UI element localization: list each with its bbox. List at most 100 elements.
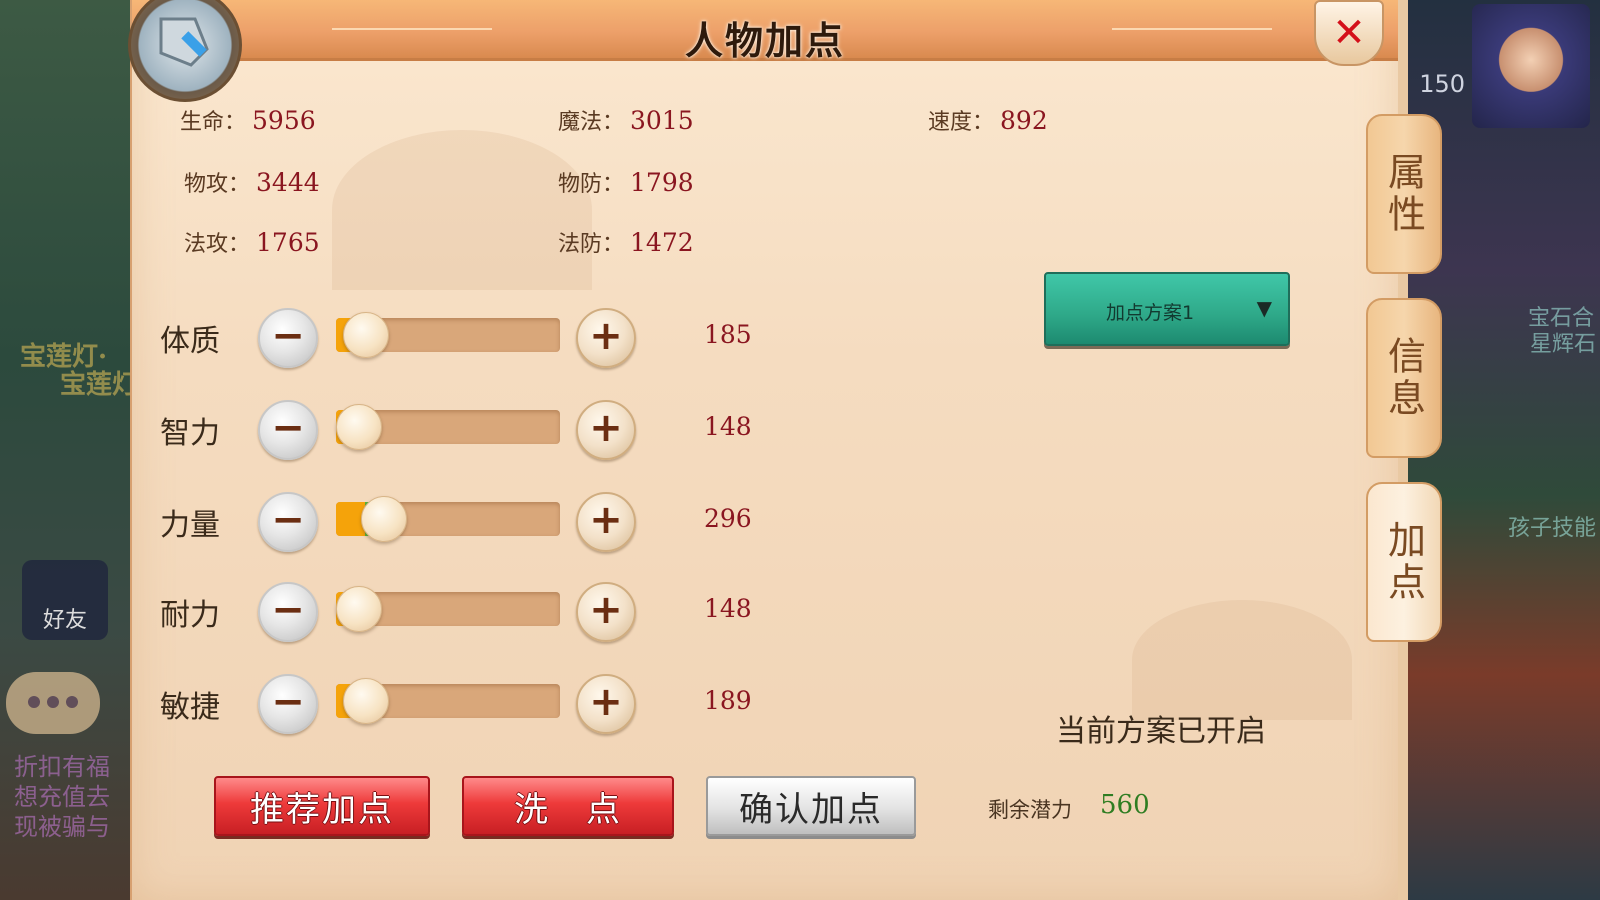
attribute-slider[interactable] <box>336 678 560 724</box>
stat-speed-value: 892 <box>1000 106 1048 135</box>
reset-points-label: 洗 点 <box>514 789 622 830</box>
decrease-button[interactable]: − <box>258 674 318 734</box>
slider-handle[interactable] <box>361 496 408 542</box>
stat-pdef-value: 1798 <box>630 168 694 197</box>
attribute-label: 智力 <box>160 416 220 451</box>
plus-icon: + <box>589 587 623 633</box>
stat-matk-value: 1765 <box>256 228 320 257</box>
attribute-slider[interactable] <box>336 586 560 632</box>
attribute-row: 智力 − + 148 <box>132 394 892 464</box>
minus-icon: − <box>271 497 305 543</box>
decor-mountain <box>1132 600 1352 720</box>
attribute-value: 148 <box>704 594 752 623</box>
reset-points-button[interactable]: 洗 点 <box>462 776 674 836</box>
attribute-label: 体质 <box>160 324 220 359</box>
stat-hp-value: 5956 <box>252 106 316 135</box>
stat-mdef-label: 法防： <box>558 232 625 257</box>
minus-icon: − <box>271 405 305 451</box>
decrease-button[interactable]: − <box>258 492 318 552</box>
increase-button[interactable]: + <box>576 492 636 552</box>
player-level: 150 <box>1419 70 1465 98</box>
decrease-button[interactable]: − <box>258 400 318 460</box>
recommend-points-label: 推荐加点 <box>250 789 394 830</box>
attribute-label: 耐力 <box>160 598 220 633</box>
minus-icon: − <box>271 313 305 359</box>
decrease-button[interactable]: − <box>258 582 318 642</box>
attribute-slider[interactable] <box>336 404 560 450</box>
chat-bubble-icon[interactable] <box>6 672 100 734</box>
slider-handle[interactable] <box>336 404 382 450</box>
tab-attributes-label: 属性 <box>1381 152 1426 236</box>
stat-matk-label: 法攻： <box>184 232 251 257</box>
attribute-value: 185 <box>704 320 752 349</box>
attribute-value: 296 <box>704 504 752 533</box>
stat-physical-defense: 物防： 1798 <box>558 166 694 198</box>
stat-speed-label: 速度： <box>928 110 995 135</box>
tab-add-points[interactable]: 加点 <box>1366 482 1442 642</box>
friend-label: 好友 <box>42 608 87 633</box>
plan-selected-label: 加点方案1 <box>1106 302 1195 324</box>
tab-info[interactable]: 信息 <box>1366 298 1442 458</box>
attribute-value: 148 <box>704 412 752 441</box>
increase-button[interactable]: + <box>576 674 636 734</box>
stat-speed: 速度： 892 <box>928 104 1048 136</box>
background-text: 星辉石 <box>1529 332 1596 357</box>
tab-attributes[interactable]: 属性 <box>1366 114 1442 274</box>
remaining-points-value: 560 <box>1100 790 1150 820</box>
attribute-label: 敏捷 <box>160 690 220 725</box>
attribute-row: 敏捷 − + 189 <box>132 668 892 738</box>
stat-mp-value: 3015 <box>630 106 694 135</box>
plan-status-text: 当前方案已开启 <box>1056 714 1266 749</box>
dialog-title: 人物加点 <box>684 19 845 63</box>
remaining-points-label: 剩余潜力 <box>988 798 1072 822</box>
background-notice: 折扣有福 想充值去 现被骗与 <box>14 753 110 841</box>
plus-icon: + <box>589 679 623 725</box>
sword-emblem-icon <box>128 0 242 102</box>
plan-select-dropdown[interactable]: 加点方案1 ▼ <box>1044 272 1290 346</box>
title-bar: 人物加点 <box>132 0 1398 63</box>
stat-mp: 魔法： 3015 <box>558 104 694 136</box>
close-button[interactable]: ✕ <box>1314 0 1384 66</box>
plus-icon: + <box>589 497 623 543</box>
plus-icon: + <box>589 405 623 451</box>
slider-handle[interactable] <box>336 586 382 632</box>
attribute-row: 力量 − + 296 <box>132 486 892 556</box>
confirm-points-button[interactable]: 确认加点 <box>706 776 916 836</box>
background-text: 宝莲灯 <box>60 370 139 400</box>
background-text: 孩子技能 <box>1507 516 1596 541</box>
increase-button[interactable]: + <box>576 400 636 460</box>
attribute-points-dialog: 人物加点 ✕ 生命： 5956 魔法： 3015 速度： 892 物攻： 3444 物防… <box>128 0 1408 900</box>
dropdown-arrow-icon: ▼ <box>1256 296 1272 320</box>
stat-patk-label: 物攻： <box>184 172 251 197</box>
plus-icon: + <box>589 313 623 359</box>
attribute-value: 189 <box>704 686 752 715</box>
stat-mp-label: 魔法： <box>558 110 625 135</box>
stat-patk-value: 3444 <box>256 168 320 197</box>
increase-button[interactable]: + <box>576 582 636 642</box>
minus-icon: − <box>271 679 305 725</box>
attribute-row: 耐力 − + 148 <box>132 576 892 646</box>
tab-info-label: 信息 <box>1381 336 1426 420</box>
stat-physical-attack: 物攻： 3444 <box>184 166 320 198</box>
player-avatar[interactable] <box>1472 4 1590 128</box>
attribute-label: 力量 <box>160 508 220 543</box>
attribute-row: 体质 − + 185 <box>132 302 892 372</box>
increase-button[interactable]: + <box>576 308 636 368</box>
recommend-points-button[interactable]: 推荐加点 <box>214 776 430 836</box>
stat-magic-attack: 法攻： 1765 <box>184 226 320 258</box>
attribute-slider[interactable] <box>336 312 560 358</box>
tab-add-points-label: 加点 <box>1381 520 1426 604</box>
decrease-button[interactable]: − <box>258 308 318 368</box>
confirm-points-label: 确认加点 <box>739 789 883 830</box>
slider-handle[interactable] <box>343 312 390 358</box>
slider-handle[interactable] <box>343 678 390 724</box>
stat-mdef-value: 1472 <box>630 228 694 257</box>
stat-magic-defense: 法防： 1472 <box>558 226 694 258</box>
minus-icon: − <box>271 587 305 633</box>
stat-hp-label: 生命： <box>180 110 247 135</box>
attribute-slider[interactable] <box>336 496 560 542</box>
decor-mountain <box>332 130 592 290</box>
close-icon: ✕ <box>1332 10 1366 56</box>
stat-pdef-label: 物防： <box>558 172 625 197</box>
friend-button[interactable]: 好友 <box>22 560 108 640</box>
